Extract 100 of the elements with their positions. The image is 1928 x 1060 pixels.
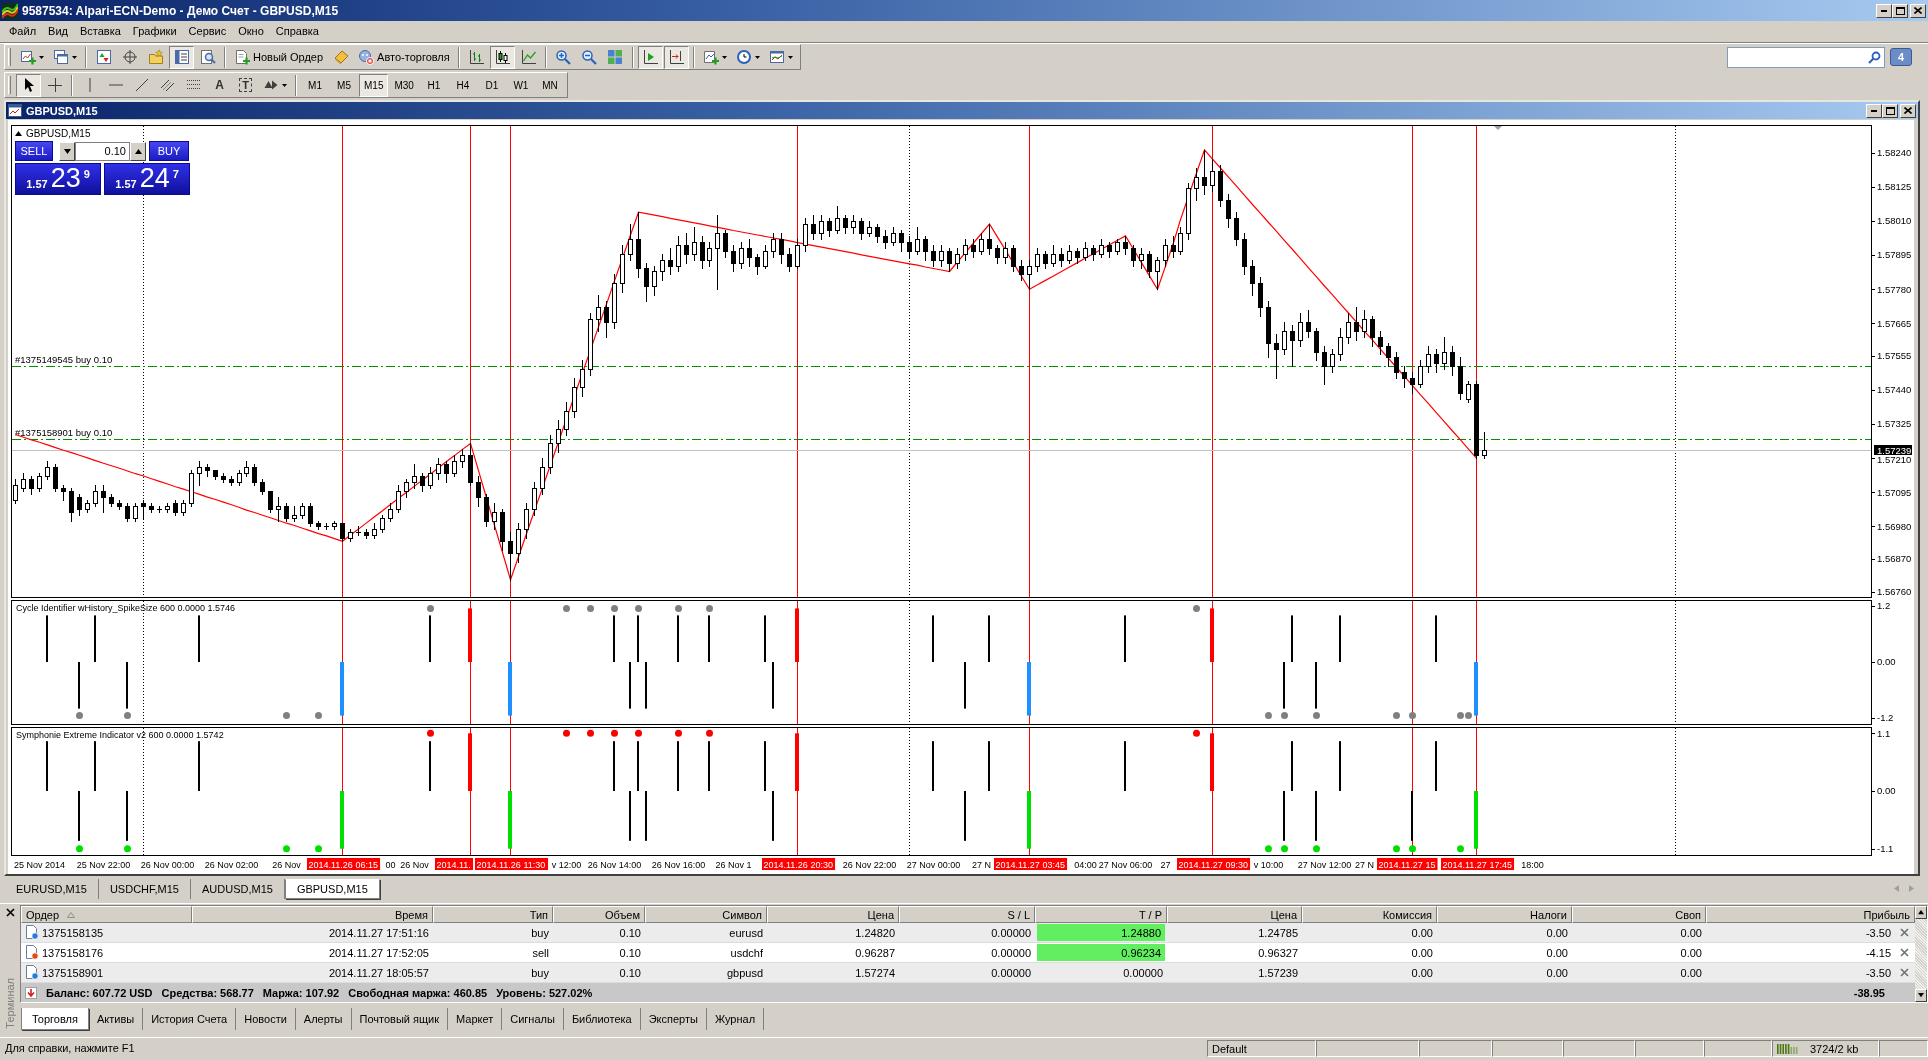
column-header[interactable]: S / L	[899, 906, 1035, 923]
vertical-scrollbar[interactable]	[1915, 906, 1927, 1002]
cursor-button[interactable]	[16, 73, 41, 97]
candle	[1178, 226, 1183, 256]
close-button[interactable]	[1900, 103, 1916, 118]
minimize-button[interactable]	[1866, 103, 1882, 118]
column-header[interactable]: Объем	[553, 906, 645, 923]
column-header[interactable]: Прибыль	[1706, 906, 1915, 923]
column-header[interactable]: Время	[192, 906, 433, 923]
connection-bars-icon	[1777, 1043, 1798, 1054]
chart-tab[interactable]: GBPUSD,M15	[284, 879, 380, 899]
search-field[interactable]	[1727, 46, 1885, 68]
candle-chart-button[interactable]	[489, 45, 515, 69]
table-cell-text: 0.00	[1410, 925, 1434, 941]
menu-item[interactable]: Файл	[3, 23, 43, 40]
scale-label: 1.58010	[1877, 215, 1912, 227]
terminal-tab[interactable]: Алерты	[295, 1008, 352, 1030]
signal-point	[587, 604, 594, 612]
terminal-tab[interactable]: Библиотека	[563, 1008, 641, 1030]
terminal-tab[interactable]: История Счета	[143, 1008, 237, 1030]
scroll-down-button[interactable]	[1915, 989, 1927, 1002]
table-cell-text: buy	[530, 965, 550, 981]
candle	[516, 522, 521, 564]
timeframe-button[interactable]: D1	[477, 73, 506, 97]
close-order-button[interactable]	[1900, 948, 1909, 957]
close-terminal-button[interactable]	[4, 907, 16, 918]
column-header[interactable]: T / P	[1035, 906, 1167, 923]
signal-point	[1265, 845, 1272, 853]
minimize-button[interactable]	[1876, 3, 1892, 18]
candle	[1450, 345, 1455, 377]
candle	[532, 481, 537, 517]
candle	[213, 469, 218, 481]
trend-line-icon	[133, 77, 150, 93]
column-header[interactable]: Тип	[433, 906, 553, 923]
column-header[interactable]: Цена	[767, 906, 899, 923]
close-order-button[interactable]	[1900, 928, 1909, 937]
auto-scroll-button[interactable]	[637, 45, 663, 69]
order-row[interactable]: 1375158901 2014.11.27 18:05:57 buy 0.10 gbpusd 1.57274 0.00000 0.00000 1.57239 0.00 0.00 0.00 -3.50	[21, 963, 1915, 983]
terminal-tab[interactable]: Активы	[88, 1008, 144, 1030]
terminal-tab[interactable]: Почтовый ящик	[351, 1008, 448, 1030]
signal-point	[675, 729, 682, 737]
menu-item[interactable]: Вид	[42, 23, 74, 40]
new-order-button[interactable]: Новый Ордер	[230, 45, 328, 69]
column-header[interactable]: Налоги	[1437, 906, 1572, 923]
candle	[636, 211, 641, 279]
order-row[interactable]: 1375158176 2014.11.27 17:52:05 sell 0.10 usdchf 0.96287 0.00000 0.96234 0.96327 0.00 0.00 0.00 -4.15	[21, 943, 1915, 963]
candle	[1067, 244, 1072, 265]
column-header[interactable]: Цена	[1167, 906, 1302, 923]
timeframe-button[interactable]: MN	[535, 73, 564, 97]
timeframe-button[interactable]: H1	[419, 73, 448, 97]
timeframe-button[interactable]: M30	[389, 73, 419, 97]
chart-plus-icon	[20, 49, 36, 65]
menu-item[interactable]: Окно	[232, 23, 270, 40]
order-row[interactable]: 1375158135 2014.11.27 17:51:16 buy 0.10 eurusd 1.24820 0.00000 1.24880 1.24785 0.00 0.00 0.00 -3.50	[21, 923, 1915, 943]
timeframe-button[interactable]: W1	[506, 73, 535, 97]
table-cell-text: 0.00	[1679, 925, 1703, 941]
column-header[interactable]: Своп	[1572, 906, 1706, 923]
terminal-tab[interactable]: Торговля	[21, 1008, 89, 1030]
timeframe-button[interactable]: H4	[448, 73, 477, 97]
column-header[interactable]: Комиссия	[1302, 906, 1437, 923]
candle	[452, 454, 457, 478]
scale-label: -1.1	[1877, 843, 1894, 854]
menu-item[interactable]: Графики	[126, 23, 183, 40]
time-marker-tag: 2014.11.	[435, 858, 474, 870]
signal-point	[283, 712, 290, 720]
time-label: 26 Nov 16:00	[651, 860, 706, 870]
menu-item[interactable]: Сервис	[182, 23, 233, 40]
candle	[891, 226, 896, 247]
sort-arrow-icon	[67, 911, 76, 918]
timeframe-button[interactable]: M5	[330, 73, 358, 97]
menu-item[interactable]: Справка	[269, 23, 325, 40]
chart-shift-button[interactable]	[663, 45, 689, 69]
timeframe-button[interactable]: M1	[301, 73, 329, 97]
signal-bar	[508, 791, 512, 849]
buy-button[interactable]: BUY	[149, 141, 189, 161]
sell-button[interactable]: SELL	[15, 141, 53, 161]
column-header[interactable]: Ордер	[21, 906, 192, 923]
terminal-tab[interactable]: Сигналы	[502, 1008, 564, 1030]
text-label-button[interactable]: T	[233, 73, 258, 97]
terminal-tab[interactable]: Журнал	[706, 1008, 765, 1030]
time-label: 00	[385, 860, 396, 870]
order-document-icon	[25, 945, 39, 960]
scroll-up-button[interactable]	[1915, 906, 1927, 919]
signal-bar	[795, 733, 799, 791]
terminal-tab[interactable]: Эксперты	[640, 1008, 707, 1030]
menu-item[interactable]: Вставка	[73, 23, 127, 40]
terminal-button[interactable]	[169, 45, 194, 69]
terminal-tab[interactable]: Маркет	[448, 1008, 503, 1030]
candle	[1410, 371, 1415, 395]
timeframe-button[interactable]: M15	[359, 73, 389, 97]
text-tool-button[interactable]: A	[207, 73, 232, 97]
candle	[1218, 164, 1223, 208]
maximize-button[interactable]	[1882, 103, 1898, 118]
maximize-button[interactable]	[1892, 3, 1908, 18]
auto-trading-button[interactable]: Авто-торговля	[354, 45, 454, 69]
terminal-tab[interactable]: Новости	[236, 1008, 296, 1030]
close-button[interactable]	[1910, 3, 1926, 18]
candle	[867, 220, 872, 238]
column-header[interactable]: Символ	[645, 906, 767, 923]
close-order-button[interactable]	[1900, 968, 1909, 977]
